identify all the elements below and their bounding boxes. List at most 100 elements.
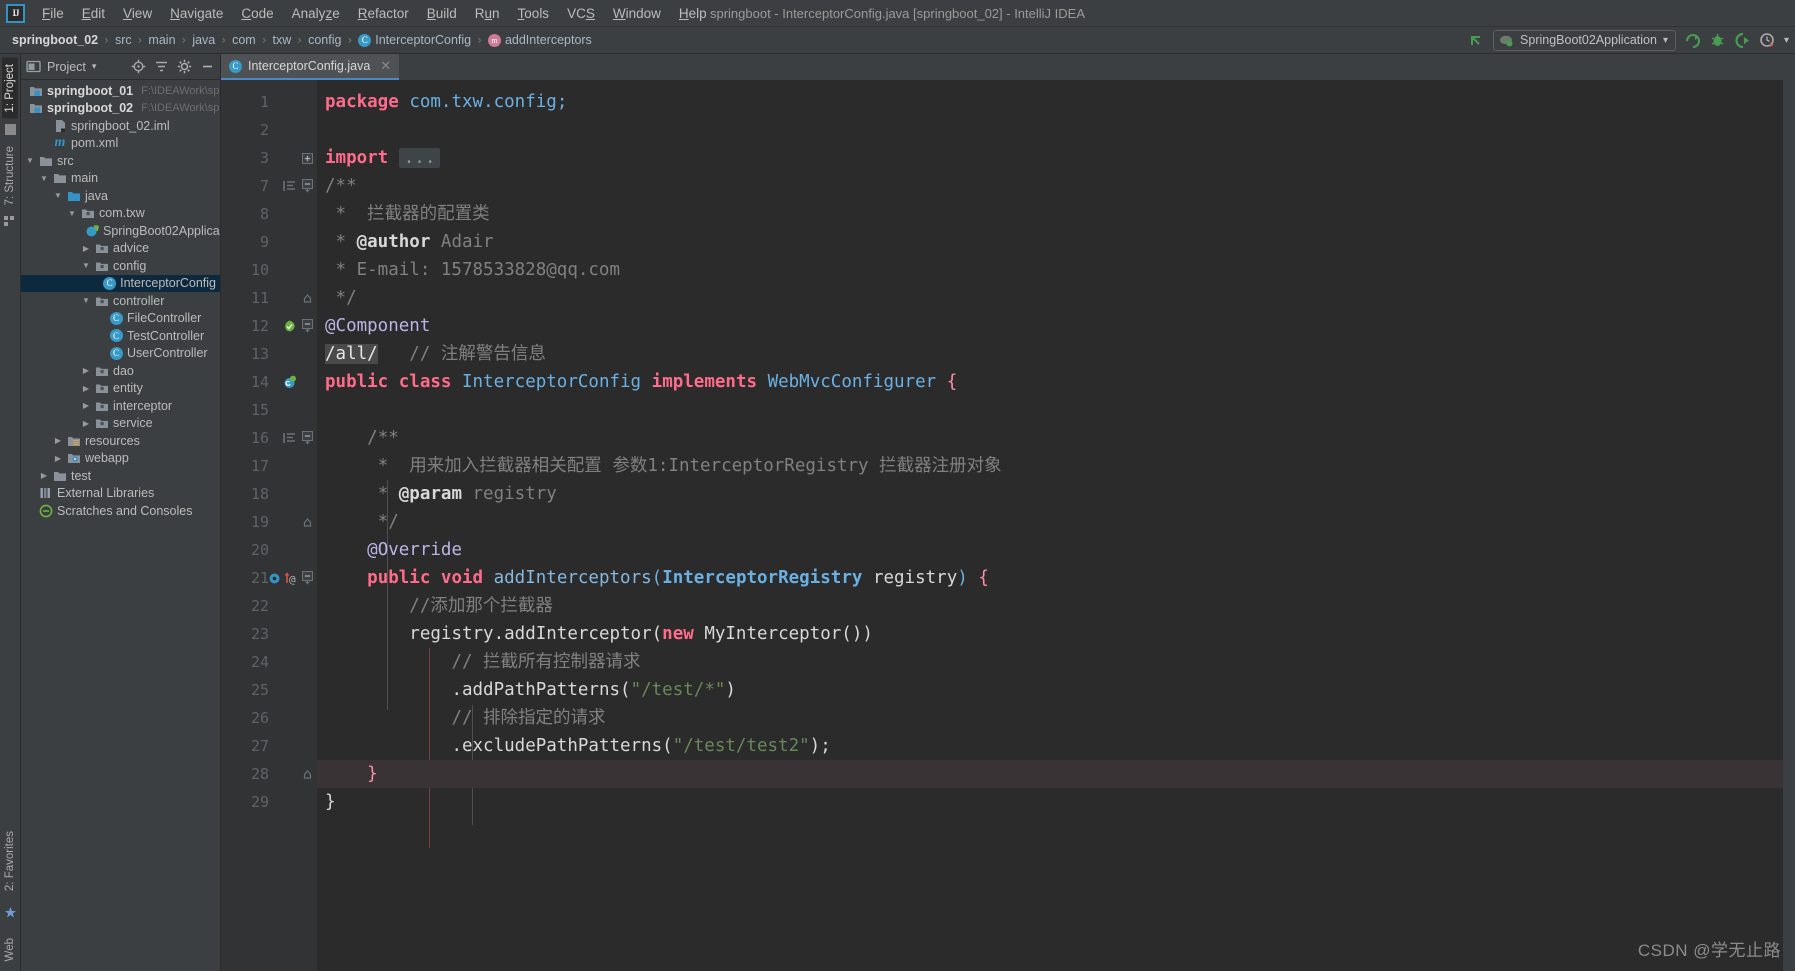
menu-item-run[interactable]: Run bbox=[466, 3, 509, 24]
gutter-line-3[interactable]: 3 bbox=[221, 144, 317, 172]
code-line-22[interactable]: //添加那个拦截器 bbox=[317, 592, 1783, 620]
code-line-27[interactable]: .excludePathPatterns("/test/test2"); bbox=[317, 732, 1783, 760]
chevron-down-icon[interactable]: ▼ bbox=[81, 261, 91, 270]
fold-marker-end[interactable] bbox=[302, 293, 313, 304]
gutter-line-26[interactable]: 26 bbox=[221, 704, 317, 732]
tree-item-springboot-01[interactable]: springboot_01 F:\IDEAWork\springb bbox=[21, 82, 220, 100]
gutter-line-1[interactable]: 1 bbox=[221, 88, 317, 116]
gutter-line-16[interactable]: 16 bbox=[221, 424, 317, 452]
tree-item-resources[interactable]: ▶ resources bbox=[21, 432, 220, 450]
tool-tab-project[interactable]: 1: Project bbox=[2, 58, 18, 119]
code-line-25[interactable]: .addPathPatterns("/test/*") bbox=[317, 676, 1783, 704]
chevron-right-icon[interactable]: ▶ bbox=[53, 454, 63, 463]
code-line-8[interactable]: * 拦截器的配置类 bbox=[317, 200, 1783, 228]
gutter-marks[interactable] bbox=[283, 431, 297, 445]
code-line-13[interactable]: /all/ // 注解警告信息 bbox=[317, 340, 1783, 368]
fold-marker-minus[interactable] bbox=[302, 431, 313, 445]
code-line-28[interactable]: } bbox=[317, 760, 1783, 788]
fold-marker-end[interactable] bbox=[302, 769, 313, 780]
locate-icon[interactable] bbox=[131, 59, 146, 74]
debug-icon[interactable] bbox=[1709, 32, 1726, 49]
tree-item-interceptor[interactable]: ▶ interceptor bbox=[21, 397, 220, 415]
tool-tab-favorites[interactable]: 2: Favorites bbox=[2, 825, 18, 897]
tree-item-pom-xml[interactable]: m pom.xml bbox=[21, 135, 220, 153]
gutter-line-14[interactable]: 14 bbox=[221, 368, 317, 396]
tree-item-controller[interactable]: ▼ controller bbox=[21, 292, 220, 310]
tree-item-test[interactable]: ▶ test bbox=[21, 467, 220, 485]
back-arrow-icon[interactable] bbox=[1468, 32, 1485, 49]
fold-marker-plus[interactable] bbox=[302, 152, 313, 164]
run-icon[interactable] bbox=[1684, 32, 1701, 49]
gutter-marks[interactable]: @ bbox=[268, 571, 297, 586]
code-line-12[interactable]: @Component bbox=[317, 312, 1783, 340]
fold-marker-minus[interactable] bbox=[302, 319, 313, 333]
gutter-line-8[interactable]: 8 bbox=[221, 200, 317, 228]
breadcrumb-item-com[interactable]: com bbox=[228, 31, 260, 49]
code-line-21[interactable]: public void addInterceptors(InterceptorR… bbox=[317, 564, 1783, 592]
gutter-line-29[interactable]: 29 bbox=[221, 788, 317, 816]
tree-item-entity[interactable]: ▶ entity bbox=[21, 380, 220, 398]
editor-gutter[interactable]: 1 2 3 7 8 9 10 11 12 13 14 15 16 17 18 19 20 @21 22 23 24 25 2… bbox=[221, 80, 317, 971]
gutter-line-7[interactable]: 7 bbox=[221, 172, 317, 200]
tree-item-usercontroller[interactable]: C UserController bbox=[21, 345, 220, 363]
menu-item-tools[interactable]: Tools bbox=[509, 3, 559, 24]
gutter-marks[interactable] bbox=[282, 375, 297, 390]
tree-item-springboot-02[interactable]: springboot_02 F:\IDEAWork\springb bbox=[21, 100, 220, 118]
gutter-line-20[interactable]: 20 bbox=[221, 536, 317, 564]
gutter-line-10[interactable]: 10 bbox=[221, 256, 317, 284]
menu-item-vcs[interactable]: VCS bbox=[558, 3, 604, 24]
breadcrumb-item-addinterceptors[interactable]: m addInterceptors bbox=[484, 31, 596, 49]
editor-marker-stripe[interactable] bbox=[1783, 80, 1795, 971]
gutter-line-21[interactable]: @21 bbox=[221, 564, 317, 592]
code-line-16[interactable]: /** bbox=[317, 424, 1783, 452]
override-icon[interactable] bbox=[268, 572, 281, 585]
chevron-down-icon[interactable]: ▼ bbox=[53, 191, 63, 200]
tree-item-config[interactable]: ▼ config bbox=[21, 257, 220, 275]
tree-item-springboot02applica[interactable]: SpringBoot02Applica bbox=[21, 222, 220, 240]
tree-item-main[interactable]: ▼ main bbox=[21, 170, 220, 188]
gutter-line-15[interactable]: 15 bbox=[221, 396, 317, 424]
gutter-line-11[interactable]: 11 bbox=[221, 284, 317, 312]
code-line-24[interactable]: // 拦截所有控制器请求 bbox=[317, 648, 1783, 676]
code-line-14[interactable]: public class InterceptorConfig implement… bbox=[317, 368, 1783, 396]
gutter-line-22[interactable]: 22 bbox=[221, 592, 317, 620]
tree-item-interceptorconfig[interactable]: C InterceptorConfig bbox=[21, 274, 220, 292]
breadcrumb-item-txw[interactable]: txw bbox=[269, 31, 296, 49]
tree-item-src[interactable]: ▼ src bbox=[21, 152, 220, 170]
code-line-17[interactable]: * 用来加入拦截器相关配置 参数1:InterceptorRegistry 拦截… bbox=[317, 452, 1783, 480]
gutter-line-13[interactable]: 13 bbox=[221, 340, 317, 368]
gutter-line-12[interactable]: 12 bbox=[221, 312, 317, 340]
gutter-line-19[interactable]: 19 bbox=[221, 508, 317, 536]
chevron-right-icon[interactable]: ▶ bbox=[39, 471, 49, 480]
project-tree[interactable]: springboot_01F:\IDEAWork\springbspringbo… bbox=[21, 80, 220, 971]
code-line-9[interactable]: * @author Adair bbox=[317, 228, 1783, 256]
tree-item-scratches-and-consoles[interactable]: Scratches and Consoles bbox=[21, 502, 220, 520]
breadcrumb-item-config[interactable]: config bbox=[304, 31, 345, 49]
fold-marker-minus[interactable] bbox=[302, 571, 313, 585]
gutter-line-9[interactable]: 9 bbox=[221, 228, 317, 256]
menu-item-view[interactable]: View bbox=[114, 3, 161, 24]
code-editor[interactable]: 1 2 3 7 8 9 10 11 12 13 14 15 16 17 18 19 20 @21 22 23 24 25 2… bbox=[221, 80, 1795, 971]
code-line-20[interactable]: @Override bbox=[317, 536, 1783, 564]
gutter-line-23[interactable]: 23 bbox=[221, 620, 317, 648]
tree-item-springboot-02-iml[interactable]: springboot_02.iml bbox=[21, 117, 220, 135]
gutter-line-27[interactable]: 27 bbox=[221, 732, 317, 760]
breadcrumb-item-main[interactable]: main bbox=[144, 31, 179, 49]
gutter-line-17[interactable]: 17 bbox=[221, 452, 317, 480]
chevron-right-icon[interactable]: ▶ bbox=[53, 436, 63, 445]
chevron-right-icon[interactable]: ▶ bbox=[81, 401, 91, 410]
breadcrumb-item-java[interactable]: java bbox=[188, 31, 219, 49]
ij-logo-icon[interactable]: IJ bbox=[6, 3, 25, 23]
tree-item-advice[interactable]: ▶ advice bbox=[21, 240, 220, 258]
code-line-10[interactable]: * E-mail: 1578533828@qq.com bbox=[317, 256, 1783, 284]
chevron-down-icon[interactable]: ▼ bbox=[25, 156, 35, 165]
editor-tab-interceptorconfig[interactable]: C InterceptorConfig.java ✕ bbox=[221, 54, 400, 80]
doc-comment-icon[interactable] bbox=[283, 431, 297, 445]
breadcrumb-item-interceptorconfig[interactable]: C InterceptorConfig bbox=[354, 31, 475, 49]
gutter-line-2[interactable]: 2 bbox=[221, 116, 317, 144]
gutter-marks[interactable] bbox=[282, 319, 297, 334]
code-line-18[interactable]: * @param registry bbox=[317, 480, 1783, 508]
chevron-down-icon[interactable]: ▼ bbox=[39, 174, 49, 183]
chevron-down-icon[interactable]: ▼ bbox=[67, 209, 77, 218]
code-line-7[interactable]: /** bbox=[317, 172, 1783, 200]
